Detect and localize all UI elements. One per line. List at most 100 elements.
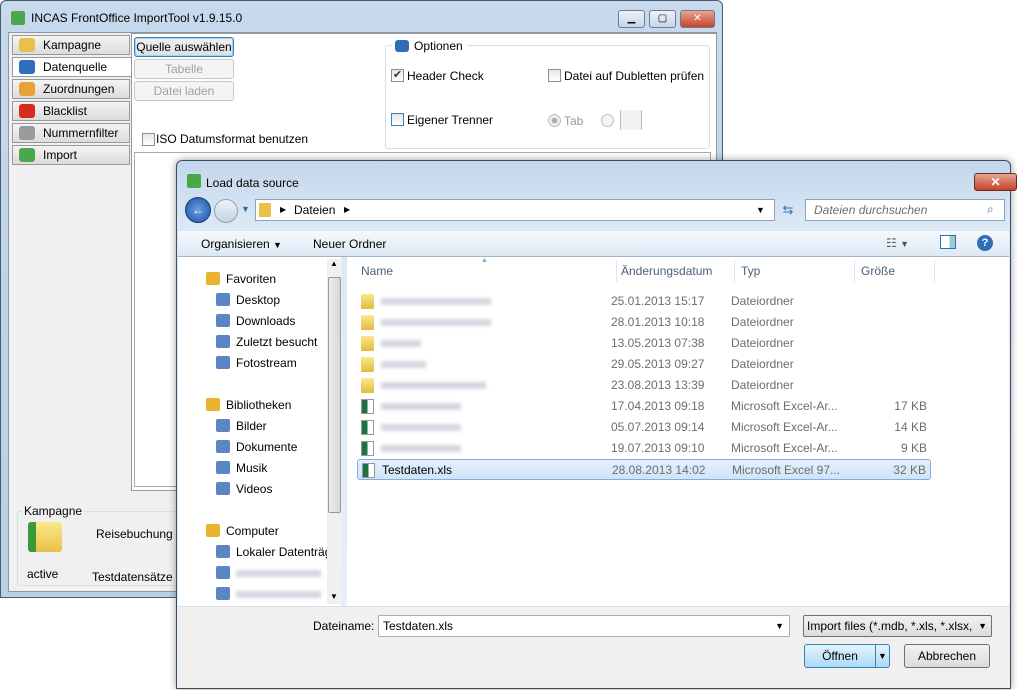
nav-scrollbar[interactable]: ▲ ▼ [327,259,342,604]
file-row[interactable]: 28.01.2013 10:18 Dateiordner [357,312,931,333]
tab-zuordnungen[interactable]: Zuordnungen [12,79,130,99]
nav-item[interactable]: Downloads [216,311,295,331]
column-size[interactable]: Größe [855,260,935,282]
iso-date-label: ISO Datumsformat benutzen [156,132,309,146]
tab-radio[interactable] [548,114,561,127]
file-row[interactable]: 13.05.2013 07:38 Dateiordner [357,333,931,354]
toolbar: Organisieren ▼ Neuer Ordner ☷ ▼ ? [178,231,1009,257]
nav-item[interactable]: Favoriten [206,269,276,289]
dialog-title: Load data source [206,176,299,190]
app-icon [11,11,25,25]
nav-item[interactable]: Zuletzt besucht [216,332,317,352]
tab-datenquelle[interactable]: Datenquelle [12,57,134,77]
history-dropdown-icon[interactable]: ▼ [241,204,250,214]
nav-item[interactable] [216,584,321,604]
open-button[interactable]: Öffnen ▼ [804,644,890,668]
nav-item[interactable]: Fotostream [216,353,297,373]
close-button[interactable]: ✕ [680,10,715,28]
file-type: Microsoft Excel-Ar... [731,441,838,455]
select-table-button[interactable]: Tabelle auswählen [134,59,234,94]
file-size: 32 KB [893,463,926,477]
file-type: Microsoft Excel-Ar... [731,399,838,413]
file-row[interactable]: 19.07.2013 09:10 Microsoft Excel-Ar... 9 K… [357,438,931,459]
nav-item[interactable]: Bibliotheken [206,395,291,415]
scroll-thumb[interactable] [328,277,341,513]
tab-label: Nummernfilter [43,126,119,140]
folder-icon [361,378,374,393]
file-row[interactable]: 29.05.2013 09:27 Dateiordner [357,354,931,375]
file-row[interactable]: 25.01.2013 15:17 Dateiordner [357,291,931,312]
tab-import[interactable]: Import [12,145,130,165]
search-icon[interactable]: ⌕ [987,202,994,217]
search-input[interactable]: Dateien durchsuchen [805,199,1005,221]
scroll-down-icon[interactable]: ▼ [330,592,338,601]
dialog-close-button[interactable]: ✕ [974,173,1017,191]
file-type-filter[interactable]: Import files (*.mdb, *.xls, *.xlsx, ▼ [803,615,992,637]
nav-item[interactable]: Dokumente [216,437,298,457]
folder-icon [259,203,271,217]
header-check-checkbox[interactable]: ✔ [391,69,404,82]
file-type: Dateiordner [731,378,794,392]
minimize-button[interactable]: ▁ [618,10,645,28]
duplicates-checkbox[interactable] [548,69,561,82]
forward-button[interactable] [214,199,238,223]
tab-blacklist[interactable]: Blacklist [12,101,130,121]
tab-kampagne[interactable]: Kampagne [12,35,130,55]
breadcrumb-arrow-icon: ▶ [280,205,287,214]
nav-item[interactable]: Musik [216,458,267,478]
computer-icon [206,524,220,537]
nav-label: Dokumente [236,440,298,454]
drive-icon [216,545,230,558]
nav-item[interactable]: Lokaler Datenträg [216,542,331,562]
new-folder-button[interactable]: Neuer Ordner [313,237,386,251]
options-icon [395,40,409,52]
open-dropdown-icon[interactable]: ▼ [875,645,889,667]
scroll-up-icon[interactable]: ▲ [330,259,338,268]
window-title: INCAS FrontOffice ImportTool v1.9.15.0 [31,11,243,25]
organize-menu[interactable]: Organisieren ▼ [201,237,282,251]
music-icon [216,461,230,474]
nav-item[interactable] [216,563,321,583]
nav-item[interactable]: Computer [206,521,279,541]
nav-item[interactable]: Bilder [216,416,267,436]
maximize-button[interactable]: ▢ [649,10,676,28]
import-icon [19,148,35,162]
excel-file-icon [361,399,374,414]
column-date[interactable]: Änderungsdatum [615,260,735,282]
nav-item[interactable]: Videos [216,479,272,499]
file-type: Microsoft Excel 97... [732,463,841,477]
column-type[interactable]: Typ [735,260,855,282]
filename-input[interactable]: Testdaten.xls ▼ [378,615,790,637]
file-date: 17.04.2013 09:18 [611,399,705,413]
chevron-down-icon[interactable]: ▼ [775,616,784,636]
own-separator-checkbox[interactable] [391,113,404,126]
help-icon[interactable]: ? [977,235,993,251]
star-icon [206,272,220,285]
file-type: Dateiordner [731,357,794,371]
breadcrumb-arrow-icon[interactable]: ▶ [344,200,350,220]
custom-separator-input[interactable] [620,110,642,130]
address-bar[interactable]: ▶ Dateien ▶ ▼ [255,199,775,221]
sort-arrow-icon: ▲ [481,257,488,264]
file-size: 17 KB [894,399,927,413]
network-drive-icon [216,587,230,600]
refresh-icon[interactable]: ⇆ [777,199,799,221]
load-file-button[interactable]: Datei laden [134,81,234,101]
nav-item[interactable]: Desktop [216,290,280,310]
custom-separator-radio[interactable] [601,114,614,127]
file-row[interactable]: 23.08.2013 13:39 Dateiordner [357,375,931,396]
select-source-button[interactable]: Quelle auswählen [134,37,234,57]
file-row[interactable]: 17.04.2013 09:18 Microsoft Excel-Ar... 17 … [357,396,931,417]
view-options-icon[interactable]: ☷ ▼ [886,236,909,250]
file-row[interactable]: Testdaten.xls 28.08.2013 14:02 Microsoft E… [357,459,931,480]
iso-date-checkbox[interactable] [142,133,155,146]
cancel-button[interactable]: Abbrechen [904,644,990,668]
tab-radio-label: Tab [564,114,584,128]
tab-nummernfilter[interactable]: Nummernfilter [12,123,130,143]
breadcrumb-dateien[interactable]: Dateien [294,200,335,220]
file-row[interactable]: 05.07.2013 09:14 Microsoft Excel-Ar... 14 … [357,417,931,438]
address-dropdown-icon[interactable]: ▼ [756,200,765,220]
file-name: Testdaten.xls [382,463,453,477]
back-button[interactable]: ← [185,197,211,223]
preview-pane-icon[interactable] [940,235,956,249]
